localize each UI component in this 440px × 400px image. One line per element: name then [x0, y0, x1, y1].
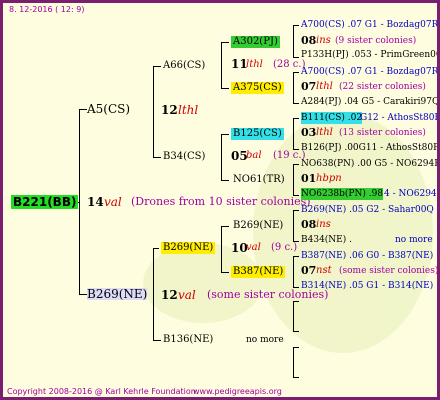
- b269-node[interactable]: B269(NE): [161, 242, 216, 254]
- connector: [293, 210, 299, 211]
- a66-note: lthl: [246, 59, 263, 70]
- b387-note: nst: [316, 265, 332, 276]
- b125-note: lthl: [316, 127, 333, 138]
- connector: [221, 180, 229, 181]
- connector: [153, 248, 154, 340]
- connector: [293, 347, 299, 348]
- no61-note: hbpn: [316, 173, 342, 184]
- b269-note: val: [178, 288, 196, 302]
- gen4-b269[interactable]: B269(NE) .05 G2 - Sahar00Q: [301, 204, 434, 216]
- gen4-b387[interactable]: B387(NE) .06 G0 - B387(NE): [301, 250, 433, 262]
- root-note: val: [104, 195, 122, 209]
- connector: [293, 72, 299, 73]
- b269-year: 12: [161, 288, 178, 302]
- connector: [221, 226, 222, 272]
- connector: [293, 347, 294, 377]
- connector: [153, 66, 154, 157]
- a375-year: 07: [301, 80, 317, 93]
- b387-year: 07: [301, 264, 317, 277]
- a375-node[interactable]: A375(CS): [231, 82, 284, 94]
- connector: [293, 25, 294, 57]
- b269b-note: val: [246, 242, 261, 253]
- date-stamp: 8. 12-2016 ( 12: 9): [9, 5, 85, 14]
- gen4-a700-2[interactable]: A700(CS) .07 G1 - Bozdag07R: [301, 66, 437, 78]
- b387-node[interactable]: B387(NE): [231, 266, 286, 278]
- connector: [153, 66, 161, 67]
- root-drones: (Drones from 10 sister colonies): [131, 195, 311, 208]
- connector: [153, 157, 161, 158]
- connector: [221, 42, 229, 43]
- dam-b269[interactable]: B269(NE): [87, 288, 148, 300]
- b136-node[interactable]: B136(NE): [163, 334, 213, 346]
- gen4-a700-1[interactable]: A700(CS) .07 G1 - Bozdag07R: [301, 19, 437, 31]
- gen4-b111[interactable]: B111(CS) .02: [301, 112, 363, 124]
- connector: [293, 118, 294, 149]
- b34-note: bal: [246, 150, 262, 161]
- gen4-b111-pedigree: G12 - AthosSt80R: [360, 113, 440, 123]
- connector: [79, 109, 80, 294]
- a302-year: 08: [301, 34, 317, 47]
- connector: [293, 331, 299, 332]
- a5-year: 12: [161, 103, 178, 117]
- copyright-text: Copyright 2008-2016 @ Karl Kehrle Founda…: [7, 387, 199, 396]
- sire-a5[interactable]: A5(CS): [87, 103, 130, 115]
- connector: [153, 340, 161, 341]
- gen4-b434-nomore: no more: [395, 235, 433, 245]
- connector: [221, 88, 229, 89]
- b269c-note: ins: [316, 219, 331, 230]
- connector: [79, 109, 87, 110]
- a375-note: lthl: [316, 81, 333, 92]
- no61-node[interactable]: NO61(TR): [233, 174, 285, 186]
- connector: [221, 134, 229, 135]
- connector: [293, 118, 299, 119]
- a302-node[interactable]: A302(PJ): [231, 36, 280, 48]
- a5-note: lthl: [178, 103, 199, 117]
- connector: [79, 294, 87, 295]
- connector: [293, 164, 299, 165]
- gen4-p133[interactable]: P133H(PJ) .053 - PrimGreen00: [301, 49, 437, 61]
- b136-nomore: no more: [246, 335, 284, 345]
- b387-sisters: (some sister colonies): [339, 266, 439, 276]
- b269c-year: 08: [301, 218, 317, 231]
- connector: [293, 57, 299, 58]
- connector: [293, 103, 299, 104]
- connector: [221, 272, 229, 273]
- connector: [153, 248, 159, 249]
- b125-year: 03: [301, 126, 317, 139]
- site-link[interactable]: www.pedigreeapis.org: [193, 386, 282, 397]
- connector: [293, 72, 294, 103]
- connector: [293, 256, 299, 257]
- connector: [221, 226, 229, 227]
- connector: [293, 301, 299, 302]
- b269c-node[interactable]: B269(NE): [233, 220, 283, 232]
- connector: [293, 377, 299, 378]
- gen4-no6238-pedigree: 4 - NO6294R: [384, 189, 440, 199]
- gen4-a284[interactable]: A284(PJ) .04 G5 - Carakiri97Q: [301, 96, 437, 108]
- root-queen[interactable]: B221(BB): [11, 195, 79, 209]
- no61-year: 01: [301, 172, 317, 185]
- a302-note: ins: [316, 35, 331, 46]
- gen4-no638[interactable]: NO638(PN) .00 G5 - NO6294R: [301, 158, 437, 170]
- b269b-sisters: (9 c.): [271, 242, 298, 253]
- a375-sisters: (22 sister colonies): [339, 82, 426, 92]
- gen4-no6238[interactable]: NO6238b(PN) .98: [301, 188, 384, 200]
- gen4-b314[interactable]: B314(NE) .05 G1 - B314(NE): [301, 280, 433, 292]
- b125-sisters: (13 sister colonies): [339, 128, 426, 138]
- pedigree-frame: 8. 12-2016 ( 12: 9) Copyright 2008-2016 …: [0, 0, 440, 400]
- connector: [293, 256, 294, 287]
- a66-node[interactable]: A66(CS): [163, 60, 205, 72]
- connector: [293, 210, 294, 241]
- root-year: 14: [87, 195, 104, 209]
- connector: [293, 301, 294, 331]
- b125-node[interactable]: B125(CS): [231, 128, 284, 140]
- b34-node[interactable]: B34(CS): [163, 151, 205, 163]
- a302-sisters: (9 sister colonies): [335, 36, 417, 46]
- connector: [221, 42, 222, 88]
- gen4-b126[interactable]: B126(PJ) .00G11 - AthosSt80R: [301, 142, 437, 154]
- connector: [221, 134, 222, 180]
- connector: [293, 164, 294, 195]
- gen4-b434[interactable]: B434(NE) .: [301, 234, 352, 246]
- connector: [293, 25, 299, 26]
